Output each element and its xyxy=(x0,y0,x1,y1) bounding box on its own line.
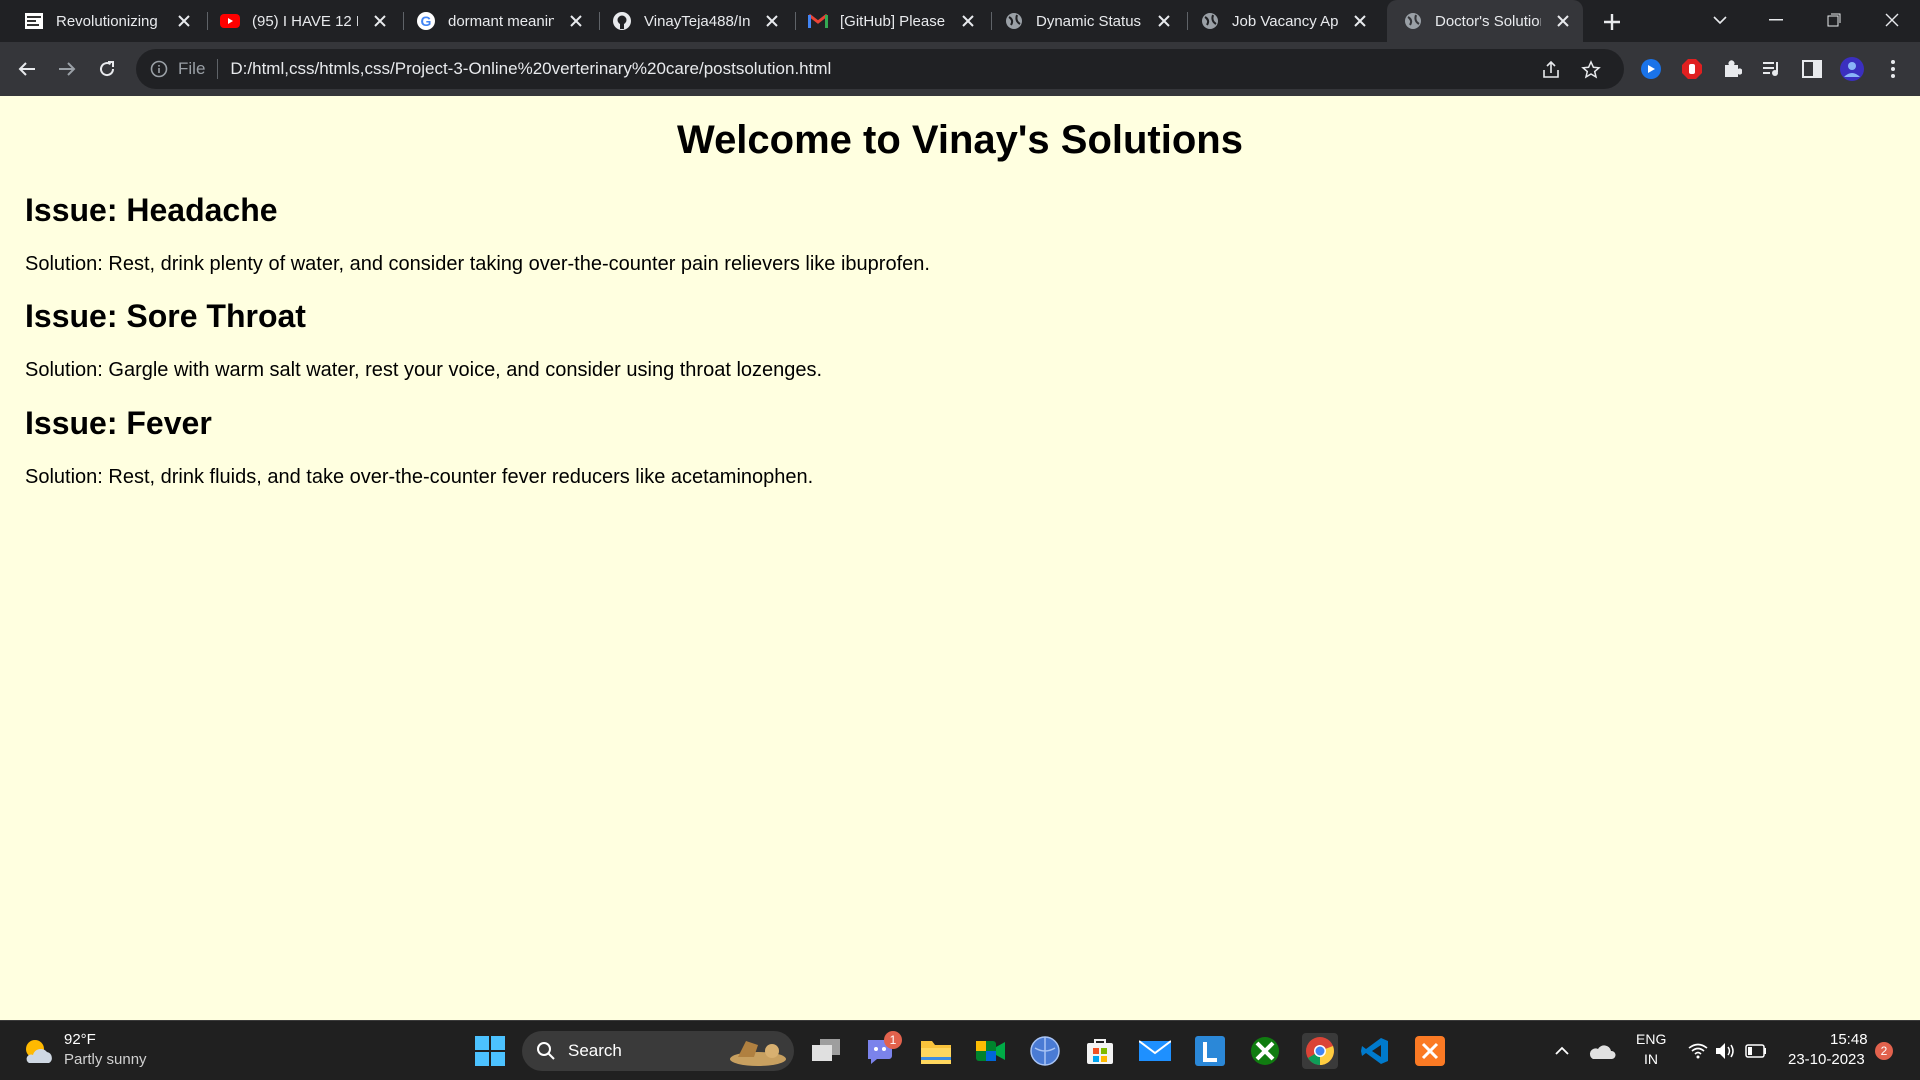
search-icon xyxy=(536,1041,556,1061)
svg-text:G: G xyxy=(421,13,432,29)
restore-button[interactable] xyxy=(1806,0,1862,40)
tab-title: Dynamic Status U xyxy=(1036,12,1142,30)
search-placeholder: Search xyxy=(568,1041,622,1060)
reload-button[interactable] xyxy=(92,54,122,84)
adblock-icon[interactable] xyxy=(1679,56,1705,82)
task-view-icon[interactable] xyxy=(808,1033,844,1069)
share-icon[interactable] xyxy=(1540,59,1562,81)
show-hidden-icons-chevron-icon[interactable] xyxy=(1544,1033,1580,1069)
tab-title: VinayTeja488/Int xyxy=(644,12,750,30)
clock-date[interactable]: 23-10-2023 xyxy=(1788,1051,1865,1068)
browser-toolbar: File D:/html,css/htmls,css/Project-3-Onl… xyxy=(0,42,1920,96)
xbox-icon[interactable] xyxy=(1247,1033,1283,1069)
windows-start-icon[interactable] xyxy=(472,1033,508,1069)
tab-doctors-solution[interactable]: Doctor's Solution xyxy=(1387,0,1583,42)
forward-button[interactable] xyxy=(52,54,82,84)
google-icon: G xyxy=(416,11,436,31)
taskbar: 92°F Partly sunny Search 1 ENG IN 15:48 … xyxy=(0,1020,1920,1080)
scheme-label: File xyxy=(178,59,206,78)
news-favicon-icon xyxy=(24,11,44,31)
close-tab-icon[interactable] xyxy=(1352,13,1368,29)
tab-youtube[interactable]: (95) I HAVE 12 M xyxy=(196,0,396,42)
tab-title: (95) I HAVE 12 M xyxy=(252,12,358,30)
tab-title: Doctor's Solution xyxy=(1435,12,1541,30)
network-globe-icon[interactable] xyxy=(1027,1033,1063,1069)
address-bar[interactable]: File D:/html,css/htmls,css/Project-3-Onl… xyxy=(136,49,1624,89)
tab-job-vacancy[interactable]: Job Vacancy App xyxy=(1176,0,1376,42)
tab-google[interactable]: G dormant meanin xyxy=(392,0,592,42)
gmail-icon xyxy=(808,11,828,31)
extensions-puzzle-icon[interactable] xyxy=(1719,56,1745,82)
url-text[interactable]: D:/html,css/htmls,css/Project-3-Online%2… xyxy=(230,59,831,79)
search-highlight-icon xyxy=(728,1035,788,1067)
close-tab-icon[interactable] xyxy=(568,13,584,29)
microsoft-store-icon[interactable] xyxy=(1082,1033,1118,1069)
close-tab-icon[interactable] xyxy=(960,13,976,29)
globe-icon xyxy=(1004,11,1024,31)
bookmark-star-icon[interactable] xyxy=(1580,59,1602,81)
back-button[interactable] xyxy=(12,54,42,84)
issue-solution: Solution: Gargle with warm salt water, r… xyxy=(25,359,823,381)
chrome-icon[interactable] xyxy=(1302,1033,1338,1069)
battery-icon[interactable] xyxy=(1738,1033,1774,1069)
close-tab-icon[interactable] xyxy=(176,13,192,29)
tab-title: dormant meanin xyxy=(448,12,554,30)
close-window-button[interactable] xyxy=(1864,0,1920,40)
side-panel-icon[interactable] xyxy=(1799,56,1825,82)
language-region[interactable]: IN xyxy=(1644,1051,1658,1067)
vscode-icon[interactable] xyxy=(1357,1033,1393,1069)
l-app-icon[interactable] xyxy=(1192,1033,1228,1069)
youtube-icon xyxy=(220,11,240,31)
page-title: Welcome to Vinay's Solutions xyxy=(677,118,1243,162)
chrome-menu-icon[interactable] xyxy=(1880,56,1906,82)
github-icon xyxy=(612,11,632,31)
google-meet-icon[interactable] xyxy=(973,1033,1009,1069)
issue-solution: Solution: Rest, drink plenty of water, a… xyxy=(25,253,930,275)
tab-search-chevron-icon[interactable] xyxy=(1692,0,1748,40)
chat-badge: 1 xyxy=(884,1031,902,1049)
file-explorer-icon[interactable] xyxy=(918,1033,954,1069)
close-tab-icon[interactable] xyxy=(1156,13,1172,29)
globe-icon xyxy=(1403,11,1423,31)
notification-badge[interactable]: 2 xyxy=(1875,1042,1893,1060)
media-queue-icon[interactable] xyxy=(1759,56,1785,82)
info-icon[interactable] xyxy=(150,60,168,78)
language-indicator[interactable]: ENG xyxy=(1636,1031,1666,1047)
close-tab-icon[interactable] xyxy=(764,13,780,29)
issue-heading: Issue: Headache xyxy=(25,192,278,228)
page-viewport: Welcome to Vinay's Solutions Issue: Head… xyxy=(0,96,1920,1020)
tab-gmail[interactable]: [GitHub] Please v xyxy=(784,0,984,42)
weather-icon[interactable] xyxy=(20,1034,56,1070)
issue-heading: Issue: Fever xyxy=(25,405,212,441)
close-tab-icon[interactable] xyxy=(372,13,388,29)
xampp-icon[interactable] xyxy=(1412,1033,1448,1069)
new-tab-button[interactable] xyxy=(1598,8,1626,36)
weather-condition[interactable]: Partly sunny xyxy=(64,1051,147,1068)
close-tab-icon[interactable] xyxy=(1555,13,1571,29)
taskbar-search[interactable]: Search xyxy=(522,1031,794,1071)
tab-strip: Revolutionizing t (95) I HAVE 12 M G dor… xyxy=(0,0,1920,42)
tab-github[interactable]: VinayTeja488/Int xyxy=(588,0,788,42)
tab-title: Job Vacancy App xyxy=(1232,12,1338,30)
tab-title: [GitHub] Please v xyxy=(840,12,946,30)
tab-revolutionizing[interactable]: Revolutionizing t xyxy=(0,0,200,42)
weather-temp[interactable]: 92°F xyxy=(64,1031,96,1048)
globe-icon xyxy=(1200,11,1220,31)
issue-heading: Issue: Sore Throat xyxy=(25,298,306,334)
mail-icon[interactable] xyxy=(1137,1033,1173,1069)
onedrive-icon[interactable] xyxy=(1584,1033,1620,1069)
tab-dynamic-status[interactable]: Dynamic Status U xyxy=(980,0,1180,42)
extension-blue-icon[interactable] xyxy=(1638,56,1664,82)
minimize-button[interactable] xyxy=(1748,0,1804,40)
tab-title: Revolutionizing t xyxy=(56,12,162,30)
profile-avatar-icon[interactable] xyxy=(1839,56,1865,82)
clock-time[interactable]: 15:48 xyxy=(1830,1031,1868,1048)
issue-solution: Solution: Rest, drink fluids, and take o… xyxy=(25,466,814,488)
